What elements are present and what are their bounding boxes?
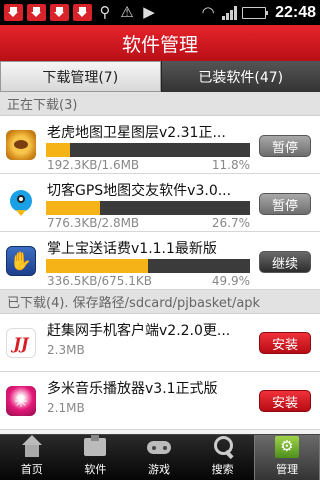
software-icon [81,435,109,459]
nav-games[interactable]: 游戏 [127,435,191,480]
search-icon [209,435,237,459]
download-icon[interactable] [50,4,69,21]
download-icon[interactable] [27,4,46,21]
downloaded-item-name: 多米音乐播放器v3.1正式版 [47,381,218,397]
page-title: 软件管理 [0,25,320,61]
nav-search-label: 搜索 [211,463,234,476]
install-button[interactable]: 安装 [259,390,311,412]
nav-software[interactable]: 软件 [64,435,128,480]
install-button[interactable]: 安装 [259,332,311,354]
progress-bar [46,143,250,157]
usb-icon[interactable]: ⚲ [96,4,114,21]
download-item[interactable]: 老虎地图卫星图层v2.31正... 192.3KB/1.6MB 11.8% 暂停 [0,116,320,174]
wifi-icon: ◠ [201,3,215,21]
downloading-section-header: 正在下载(3) [0,92,320,116]
nav-manage[interactable]: 管理 [254,435,320,480]
nav-home-label: 首页 [20,463,43,476]
gamepad-icon [145,435,173,459]
download-percent: 26.7% [211,216,250,230]
download-percent: 49.9% [211,274,250,288]
nav-search[interactable]: 搜索 [191,435,255,480]
nav-manage-label: 管理 [276,463,299,476]
manage-icon [273,435,301,459]
download-item-name: 老虎地图卫星图层v2.31正... [47,125,226,141]
tab-installed-software[interactable]: 已装软件(47) [160,61,320,92]
warning-icon[interactable]: ⚠ [118,4,136,21]
download-size: 776.3KB/2.8MB [47,216,140,230]
tab-bar: 下载管理(7) 已装软件(47) [0,61,320,92]
tab-download-manager[interactable]: 下载管理(7) [0,61,161,92]
ganji-icon: JJ [6,328,36,358]
download-list[interactable]: 正在下载(3) 老虎地图卫星图层v2.31正... 192.3KB/1.6MB … [0,92,320,434]
download-size: 336.5KB/675.1KB [47,274,152,288]
downloaded-item-name: 赶集网手机客户端v2.2.0更... [47,323,231,339]
pause-button[interactable]: 暂停 [259,135,311,157]
play-icon[interactable]: ▶ [140,4,158,21]
downloaded-item[interactable]: ✳ 多米音乐播放器v3.1正式版 2.1MB 安装 [0,372,320,430]
bottom-nav: 首页 软件 游戏 搜索 管理 [0,434,320,480]
bird-icon [6,188,36,218]
downloaded-size: 2.1MB [47,401,85,415]
hand-icon: ✋ [6,246,36,276]
progress-bar [46,259,250,273]
download-icon[interactable] [73,4,92,21]
pause-button[interactable]: 暂停 [259,193,311,215]
downloaded-section-header: 已下载(4). 保存路径/sdcard/pjbasket/apk [0,290,320,314]
download-item[interactable]: 切客GPS地图交友软件v3.0... 776.3KB/2.8MB 26.7% 暂… [0,174,320,232]
home-icon [18,435,46,459]
download-item-name: 掌上宝送话费v1.1.1最新版 [47,241,217,257]
download-icon[interactable] [4,4,23,21]
resume-button[interactable]: 继续 [259,251,311,273]
download-percent: 11.8% [211,158,250,172]
download-item[interactable]: ✋ 掌上宝送话费v1.1.1最新版 336.5KB/675.1KB 49.9% … [0,232,320,290]
downloaded-size: 2.3MB [47,343,85,357]
status-time: 22:48 [275,3,316,21]
progress-bar [46,201,250,215]
duomi-icon: ✳ [6,386,36,416]
nav-home[interactable]: 首页 [0,435,64,480]
nav-software-label: 软件 [84,463,107,476]
status-bar: ⚲ ⚠ ▶ ◠ 22:48 [0,0,320,25]
downloaded-item[interactable]: JJ 赶集网手机客户端v2.2.0更... 2.3MB 安装 [0,314,320,372]
signal-icon [222,5,238,20]
download-item-name: 切客GPS地图交友软件v3.0... [47,183,232,199]
nav-games-label: 游戏 [147,463,170,476]
download-size: 192.3KB/1.6MB [47,158,140,172]
battery-icon [242,6,269,19]
tiger-map-icon [6,130,36,160]
